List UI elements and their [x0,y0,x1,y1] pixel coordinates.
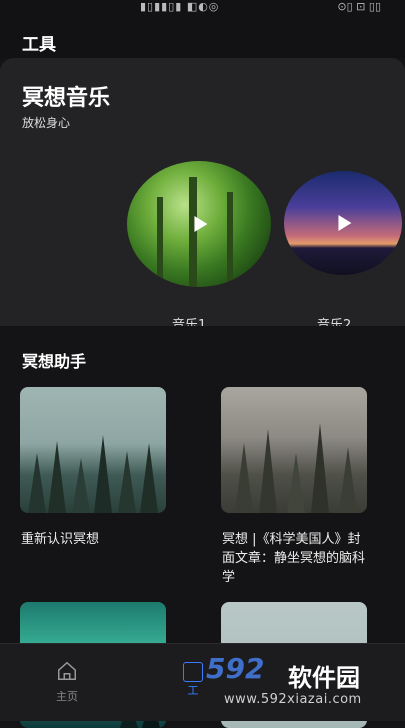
tools-icon [183,662,203,682]
article-2-title[interactable]: 冥想 |《科学美国人》封面文章：静坐冥想的脑科学 [222,530,372,587]
meditation-assistant-title: 冥想助手 [22,352,87,371]
article-1-title[interactable]: 重新认识冥想 [21,530,167,549]
article-1-image[interactable] [20,387,166,513]
music-2-label: 音乐2 [317,318,352,326]
watermark: 592 软件园 www.592xiazai.com [206,652,402,712]
music-2-cover[interactable] [284,171,402,275]
article-2-image[interactable] [221,387,367,513]
status-right-icons: ⊙▯ ⊡ ▯▯ [337,0,381,13]
tab-tools[interactable]: 工 [178,662,208,698]
status-icons: ▮▯▮▮▯▮ ◧◐◎ [140,0,220,13]
music-1-label: 音乐1 [172,318,207,326]
music-1-cover[interactable] [127,161,271,287]
meditation-music-section: 冥想音乐 放松身心 音乐1 音乐2 [0,58,405,326]
tab-home[interactable]: 主页 [40,654,94,704]
watermark-logo: 592 [206,652,265,685]
watermark-url: www.592xiazai.com [224,692,362,707]
music-section-subtitle: 放松身心 [22,116,71,130]
play-icon[interactable] [194,216,208,232]
watermark-name: 软件园 [288,664,360,692]
app-header: 工具 [0,20,405,58]
tab-tools-label: 工 [187,684,199,697]
status-bar: ▮▯▮▮▯▮ ◧◐◎ ⊙▯ ⊡ ▯▯ [0,0,405,20]
tab-home-label: 主页 [56,690,78,703]
home-icon [58,661,76,680]
page-title: 工具 [22,35,56,55]
play-icon[interactable] [338,215,352,231]
music-section-title: 冥想音乐 [22,86,111,111]
